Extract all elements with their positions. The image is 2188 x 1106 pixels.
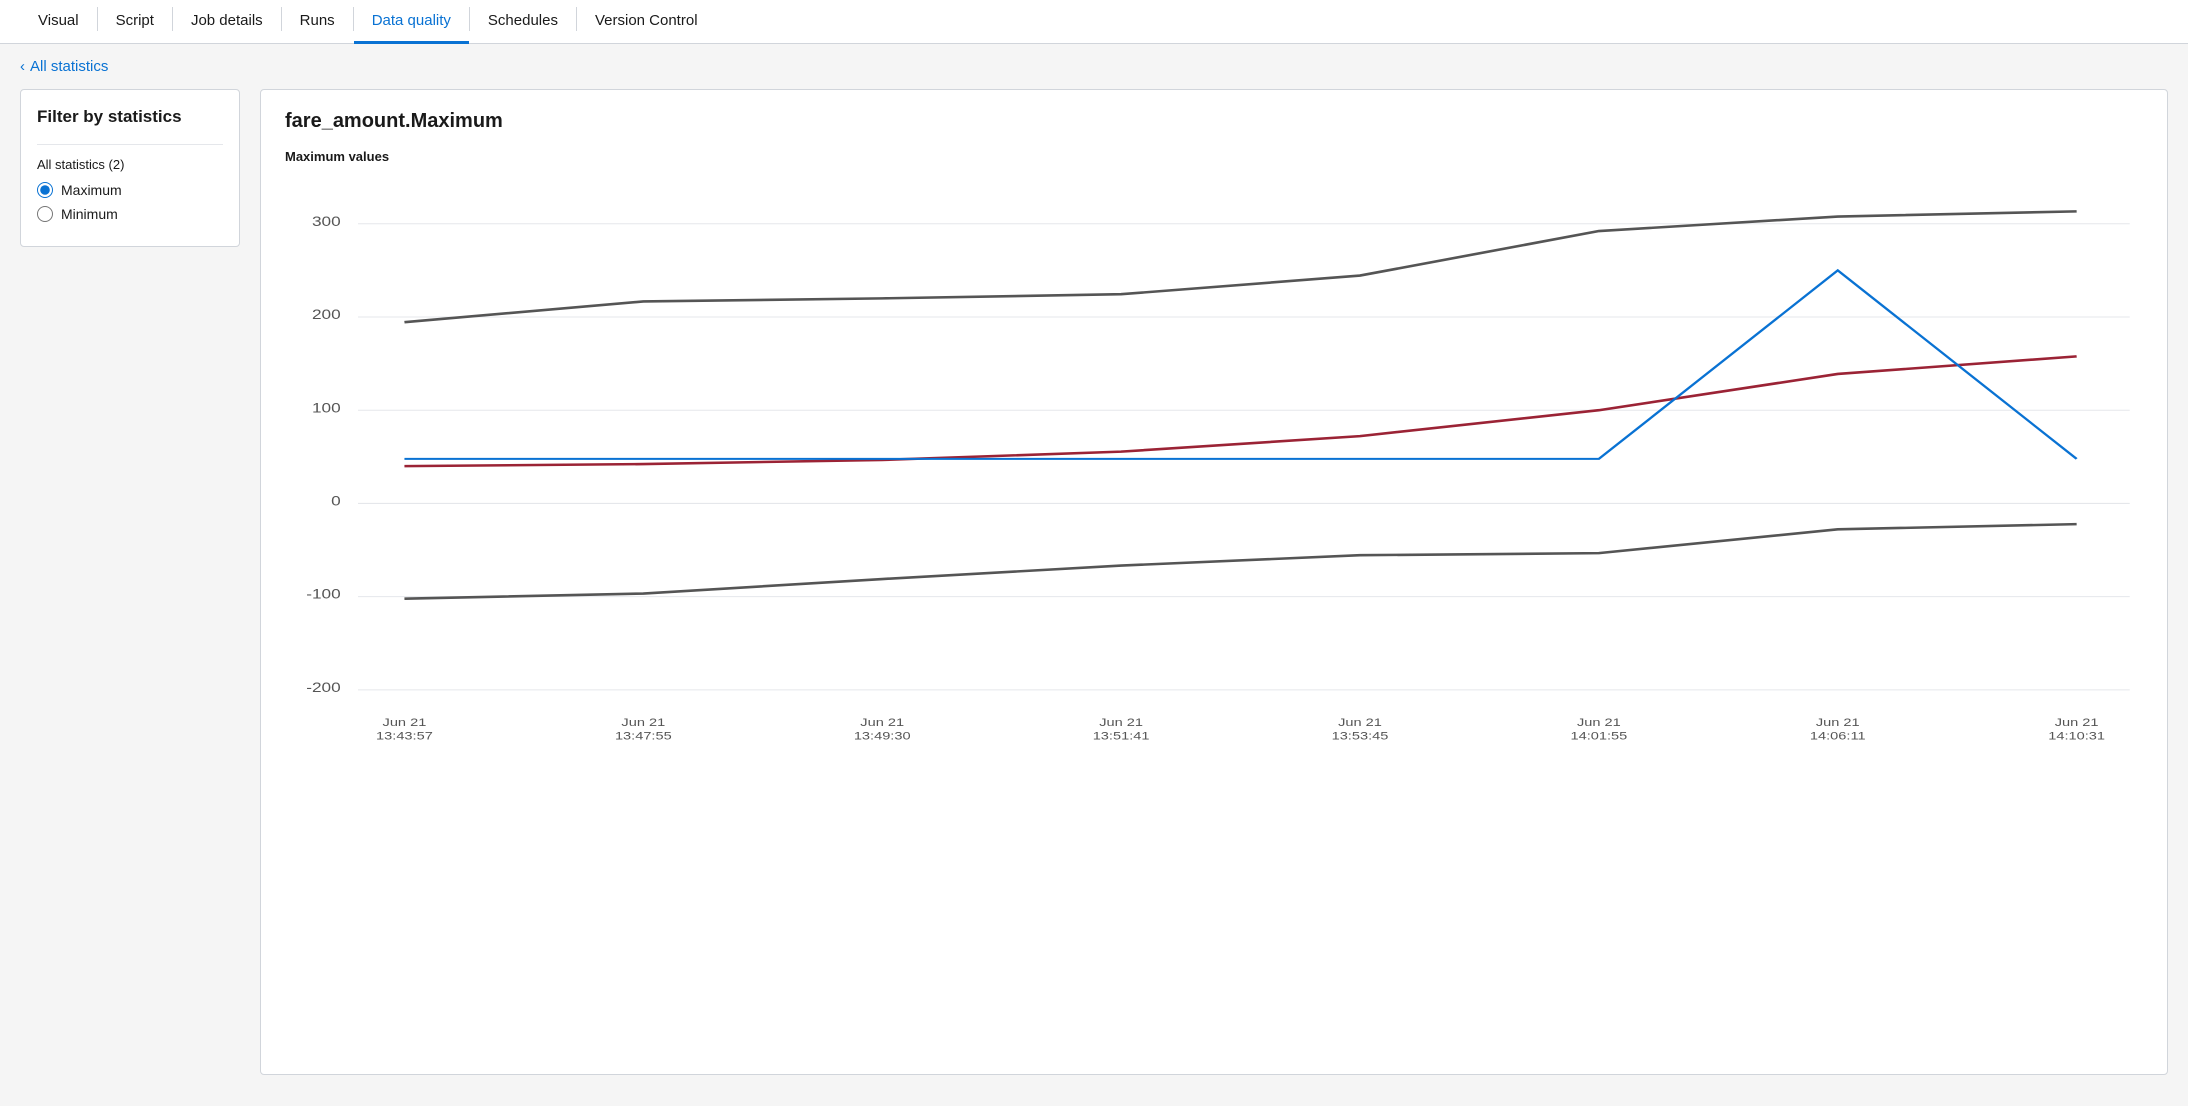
back-icon: ‹: [20, 58, 25, 75]
radio-minimum[interactable]: [37, 206, 53, 222]
svg-text:Jun 21: Jun 21: [1577, 716, 1621, 729]
radio-maximum-label: Maximum: [61, 182, 122, 198]
breadcrumb: ‹ All statistics: [0, 44, 2188, 89]
chart-subtitle: Maximum values: [285, 149, 2143, 164]
svg-text:Jun 21: Jun 21: [621, 716, 665, 729]
svg-text:14:01:55: 14:01:55: [1570, 729, 1627, 742]
svg-text:0: 0: [331, 494, 341, 509]
svg-text:13:53:45: 13:53:45: [1332, 729, 1389, 742]
tab-job-details[interactable]: Job details: [173, 0, 281, 44]
svg-text:Jun 21: Jun 21: [2055, 716, 2099, 729]
chart-area: fare_amount.Maximum Maximum values 300 2…: [260, 89, 2168, 1075]
svg-text:13:47:55: 13:47:55: [615, 729, 672, 742]
chart-svg: 300 200 100 0 -100 -200 Jun 21 13:43:57 …: [285, 172, 2143, 752]
radio-option-maximum[interactable]: Maximum: [37, 182, 223, 198]
svg-text:14:06:11: 14:06:11: [1810, 729, 1866, 742]
tab-data-quality[interactable]: Data quality: [354, 0, 469, 44]
filter-box: Filter by statistics All statistics (2) …: [20, 89, 240, 247]
svg-text:-200: -200: [306, 681, 341, 696]
tab-script[interactable]: Script: [98, 0, 172, 44]
all-statistics-link[interactable]: ‹ All statistics: [20, 58, 108, 75]
svg-text:100: 100: [312, 401, 341, 416]
filter-divider: [37, 144, 223, 145]
radio-minimum-label: Minimum: [61, 206, 118, 222]
svg-text:Jun 21: Jun 21: [1099, 716, 1143, 729]
svg-text:Jun 21: Jun 21: [860, 716, 904, 729]
filter-group-label: All statistics (2): [37, 157, 223, 172]
svg-text:Jun 21: Jun 21: [1816, 716, 1860, 729]
breadcrumb-label: All statistics: [30, 58, 108, 75]
sidebar: Filter by statistics All statistics (2) …: [20, 89, 240, 1075]
tab-version-control[interactable]: Version Control: [577, 0, 716, 44]
svg-text:Jun 21: Jun 21: [1338, 716, 1382, 729]
svg-text:13:51:41: 13:51:41: [1093, 729, 1150, 742]
tab-schedules[interactable]: Schedules: [470, 0, 576, 44]
filter-title: Filter by statistics: [37, 106, 223, 128]
svg-text:14:10:31: 14:10:31: [2048, 729, 2105, 742]
svg-text:13:49:30: 13:49:30: [854, 729, 911, 742]
radio-maximum[interactable]: [37, 182, 53, 198]
chart-title: fare_amount.Maximum: [285, 110, 2143, 133]
svg-text:200: 200: [312, 308, 341, 323]
svg-text:13:43:57: 13:43:57: [376, 729, 433, 742]
svg-text:300: 300: [312, 215, 341, 230]
chart-container: 300 200 100 0 -100 -200 Jun 21 13:43:57 …: [285, 172, 2143, 752]
main-content: Filter by statistics All statistics (2) …: [0, 89, 2188, 1095]
radio-option-minimum[interactable]: Minimum: [37, 206, 223, 222]
svg-text:-100: -100: [306, 587, 341, 602]
tab-runs[interactable]: Runs: [282, 0, 353, 44]
svg-text:Jun 21: Jun 21: [383, 716, 427, 729]
tab-visual[interactable]: Visual: [20, 0, 97, 44]
tab-bar: Visual Script Job details Runs Data qual…: [0, 0, 2188, 44]
